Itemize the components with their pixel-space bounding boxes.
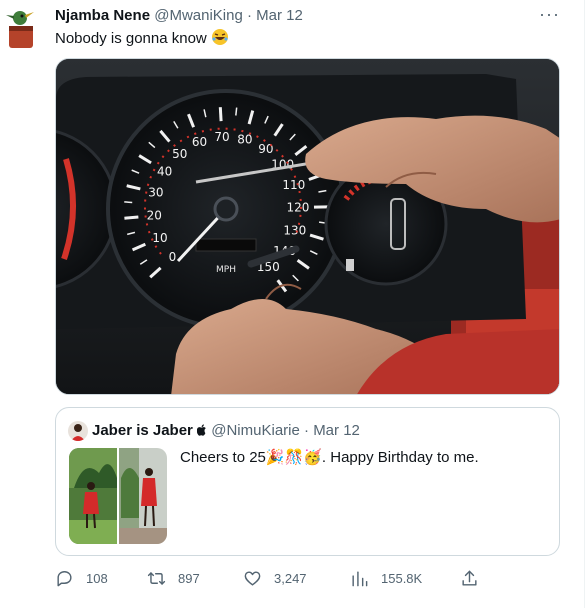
reply-button[interactable]: 108 xyxy=(55,567,108,589)
author-name[interactable]: Njamba Nene xyxy=(55,7,150,24)
quoted-text-start: Cheers to 25 xyxy=(180,449,266,466)
speed-label: 80 xyxy=(237,133,252,147)
action-bar: 108 897 3,247 155.8K xyxy=(55,567,485,589)
speed-label: 40 xyxy=(157,164,172,178)
heart-icon xyxy=(244,570,261,586)
quoted-tweet[interactable]: Jaber is Jaber @NimuKiarie · Mar 12 Chee… xyxy=(55,407,560,556)
speed-label: 120 xyxy=(287,200,310,214)
quoted-author-handle[interactable]: @NimuKiarie xyxy=(211,422,300,439)
reply-count: 108 xyxy=(86,570,108,586)
more-options-icon[interactable]: ··· xyxy=(539,4,560,25)
speed-tick xyxy=(124,215,139,220)
speed-tick xyxy=(218,107,223,122)
tweet-text-body: Nobody is gonna know xyxy=(55,30,207,47)
quoted-author-avatar[interactable] xyxy=(68,421,88,441)
retweet-count: 897 xyxy=(178,570,200,586)
share-icon xyxy=(462,570,477,586)
author-avatar[interactable] xyxy=(4,6,40,50)
tweet[interactable]: Njamba Nene @MwaniKing · Mar 12 ··· Nobo… xyxy=(0,0,585,608)
tweet-photo[interactable]: 0102030405060708090100110120130140150 MP… xyxy=(55,58,560,395)
like-button[interactable]: 3,247 xyxy=(243,567,307,589)
view-count: 155.8K xyxy=(381,570,423,586)
speed-label: 0 xyxy=(169,250,177,264)
speed-label: 50 xyxy=(172,147,187,161)
rofl-emoji xyxy=(211,28,229,52)
reply-icon xyxy=(57,570,72,586)
views-chart-icon xyxy=(352,570,368,586)
speed-label: 10 xyxy=(152,231,167,245)
quoted-text: Cheers to 25🎉🎊🥳. Happy Birthday to me. xyxy=(180,448,479,468)
header-separator: · xyxy=(246,7,252,24)
tweet-header: Njamba Nene @MwaniKing · Mar 12 xyxy=(55,6,303,26)
mph-label: MPH xyxy=(216,265,236,275)
tweet-text: Nobody is gonna know xyxy=(55,28,229,52)
speed-label: 130 xyxy=(283,223,306,237)
like-count: 3,247 xyxy=(274,570,307,586)
speed-tick xyxy=(124,201,133,204)
speed-label: 110 xyxy=(282,178,305,192)
quoted-separator: · xyxy=(304,422,310,439)
retweet-icon xyxy=(147,571,166,585)
apple-logo-icon xyxy=(196,422,211,439)
retweet-button[interactable]: 897 xyxy=(147,567,200,589)
quoted-author-name[interactable]: Jaber is Jaber xyxy=(92,422,193,439)
quoted-date[interactable]: Mar 12 xyxy=(313,422,360,439)
speed-label: 20 xyxy=(147,209,162,223)
views-button[interactable]: 155.8K xyxy=(350,567,422,589)
tweet-date[interactable]: Mar 12 xyxy=(256,7,303,24)
quoted-photos[interactable] xyxy=(69,448,167,544)
quoted-header: Jaber is Jaber @NimuKiarie · Mar 12 xyxy=(92,421,360,441)
share-button[interactable] xyxy=(460,567,491,589)
party-emojis: 🎉🎊🥳 xyxy=(265,449,322,466)
speed-tick xyxy=(235,107,238,116)
speed-label: 30 xyxy=(148,186,163,200)
speed-label: 70 xyxy=(214,130,229,144)
quoted-text-end: . Happy Birthday to me. xyxy=(321,449,479,466)
author-handle[interactable]: @MwaniKing xyxy=(154,7,243,24)
speed-label: 60 xyxy=(192,135,207,149)
